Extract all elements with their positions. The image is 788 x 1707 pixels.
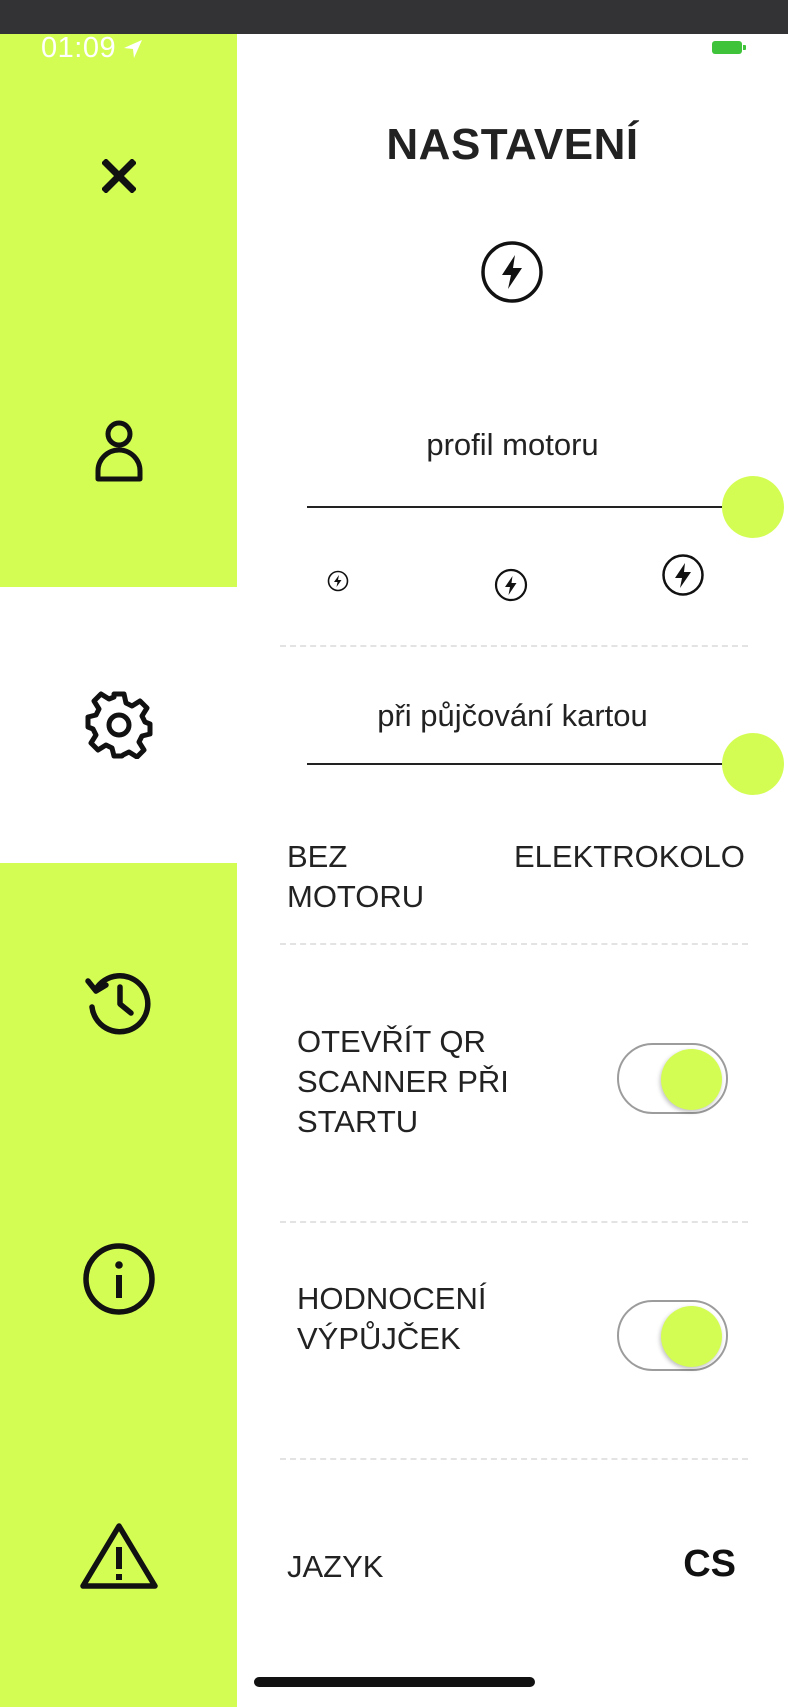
gear-icon: [85, 691, 152, 759]
lightning-icon: [481, 241, 543, 303]
rental-rating-label: HODNOCENÍ VÝPŮJČEK: [297, 1281, 487, 1356]
divider: [280, 645, 748, 647]
page-title: NASTAVENÍ: [386, 120, 639, 169]
info-icon: [82, 1243, 155, 1315]
slider-track: [307, 763, 747, 765]
high-power-icon[interactable]: [661, 553, 705, 597]
warning-icon: [79, 1523, 158, 1589]
toggle-knob: [661, 1306, 722, 1367]
slider-thumb[interactable]: [722, 733, 784, 795]
sidebar-item-close[interactable]: [0, 111, 237, 241]
qr-scanner-label: OTEVŘÍT QR SCANNER PŘI STARTU: [297, 1024, 509, 1139]
sidebar-item-info[interactable]: [0, 1214, 237, 1344]
slider-thumb[interactable]: [722, 476, 784, 538]
divider: [280, 1458, 748, 1460]
status-time-text: 01:09: [41, 32, 117, 64]
history-icon: [84, 973, 151, 1035]
settings-panel: NASTAVENÍ profil motoru při půjčování ka…: [237, 34, 788, 1707]
location-arrow-icon: [124, 39, 143, 58]
divider: [280, 1221, 748, 1223]
sidebar-item-profile[interactable]: [0, 386, 237, 516]
card-rental-label: při půjčování kartou: [377, 698, 648, 733]
divider: [280, 943, 748, 945]
top-strip: [0, 0, 788, 34]
slider-option-right[interactable]: ELEKTROKOLO: [514, 837, 754, 877]
home-indicator: [254, 1677, 535, 1687]
low-power-icon[interactable]: [327, 570, 349, 592]
status-time: 01:09: [41, 32, 144, 65]
user-icon: [95, 420, 142, 482]
qr-scanner-toggle[interactable]: [617, 1043, 728, 1114]
motor-profile-slider[interactable]: [307, 476, 784, 540]
medium-power-icon[interactable]: [494, 568, 528, 602]
rental-rating-toggle[interactable]: [617, 1300, 728, 1371]
sidebar-item-report[interactable]: [0, 1491, 237, 1621]
sidebar: [0, 34, 237, 1707]
slider-track: [307, 506, 747, 508]
sidebar-item-settings[interactable]: [0, 660, 237, 790]
toggle-knob: [661, 1049, 722, 1110]
close-icon: [101, 159, 136, 193]
language-label: JAZYK: [287, 1549, 384, 1584]
card-rental-slider[interactable]: [307, 733, 784, 797]
sidebar-item-history[interactable]: [0, 937, 237, 1067]
language-value[interactable]: CS: [683, 1543, 736, 1586]
slider-option-left[interactable]: BEZ MOTORU: [287, 837, 437, 917]
motor-profile-label: profil motoru: [426, 427, 599, 462]
